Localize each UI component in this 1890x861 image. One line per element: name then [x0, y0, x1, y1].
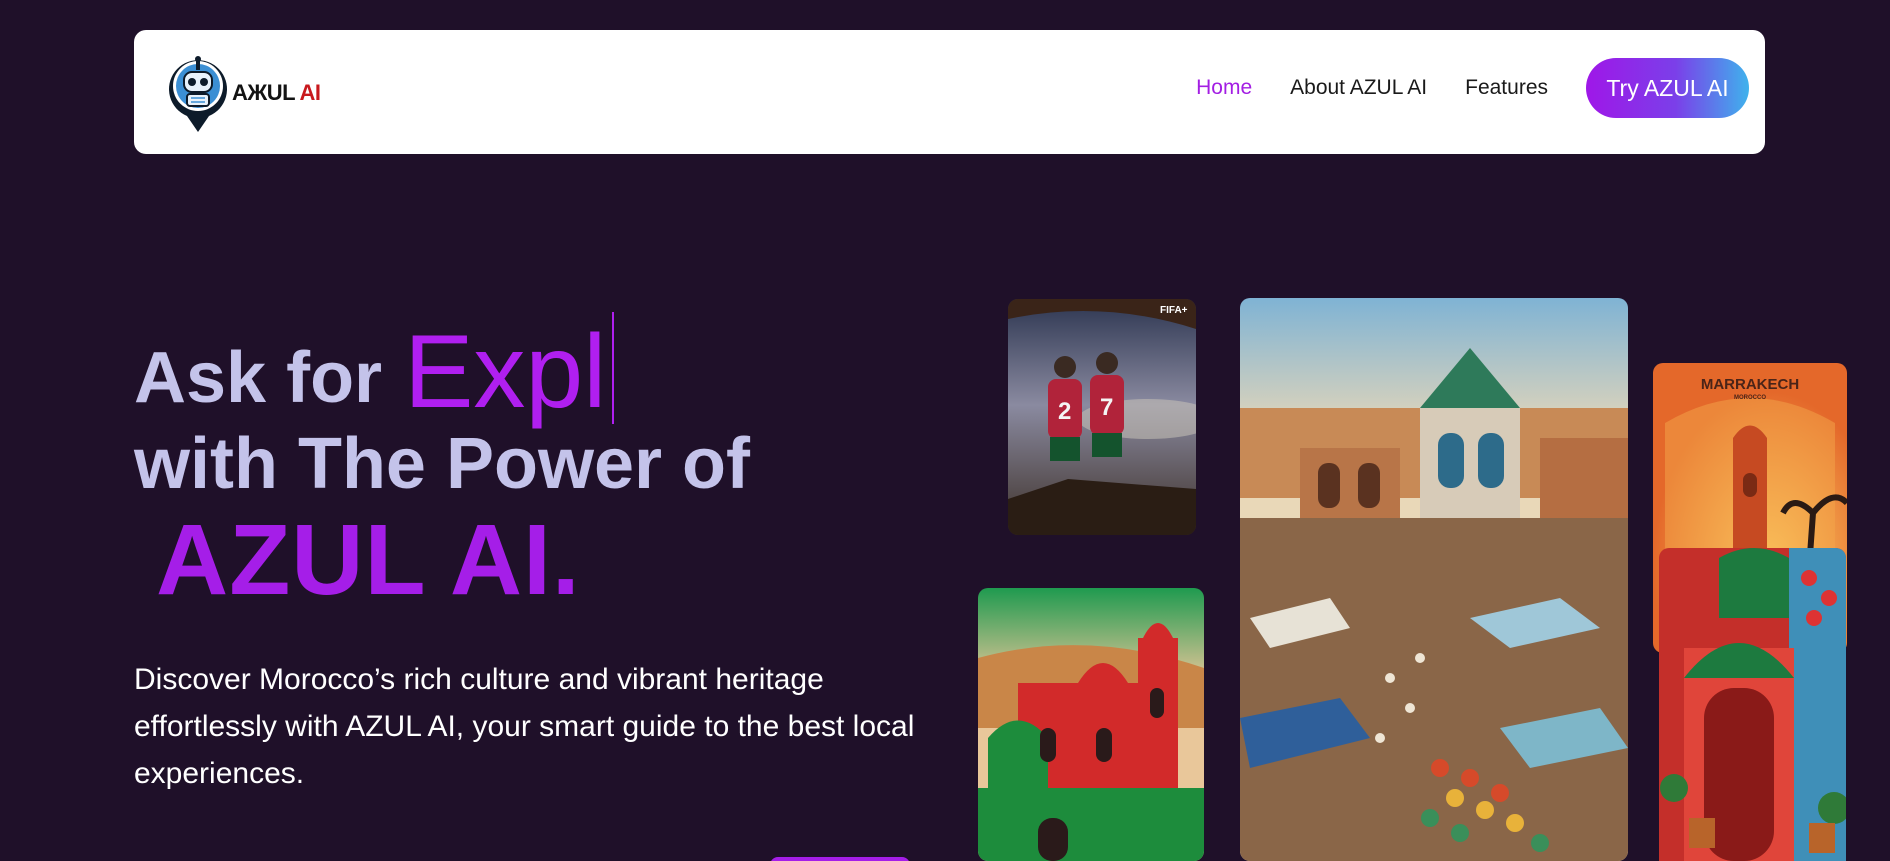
hero-brand-name: AZUL AI.: [156, 504, 581, 616]
brand-wordmark: AЖUL AI: [232, 80, 321, 106]
try-azul-ai-button[interactable]: Try AZUL AI: [1586, 58, 1749, 118]
hero-cta-button[interactable]: [770, 857, 910, 861]
nav-link-home[interactable]: Home: [1196, 76, 1252, 100]
hero-static-text: Ask for: [134, 338, 383, 418]
poster-subtitle: MOROCCO: [1734, 395, 1766, 401]
hero-headline-line-2: with The Power of: [134, 424, 751, 504]
robot-pin-logo-icon: [169, 56, 227, 133]
marrakech-market-image: [1240, 298, 1628, 861]
poster-title: MARRAKECH: [1701, 376, 1799, 393]
hero-description: Discover Morocco’s rich culture and vibr…: [134, 663, 915, 790]
fifa-badge: FIFA+: [1160, 305, 1188, 316]
hero-typing-text: Expl: [404, 314, 607, 430]
nav-menu: Home About AZUL AI Features Try AZUL AI: [1196, 58, 1749, 118]
moroccan-door-image: [1659, 548, 1846, 861]
top-navbar: AЖUL AI Home About AZUL AI Features Try …: [134, 30, 1765, 154]
moroccan-mosque-image: [978, 588, 1204, 861]
brand-wordmark-accent: AI: [299, 80, 322, 105]
player-number-7: 7: [1100, 394, 1113, 421]
player-number-2: 2: [1058, 398, 1071, 425]
typing-caret: [612, 312, 615, 424]
brand-wordmark-main: AЖUL: [232, 80, 295, 105]
nav-link-about[interactable]: About AZUL AI: [1290, 76, 1427, 100]
hero-headline-line-1: Ask for Expl: [134, 312, 615, 430]
brand-logo[interactable]: AЖUL AI: [165, 50, 325, 134]
football-players-image: 2 7 FIFA+: [1008, 299, 1196, 535]
nav-link-features[interactable]: Features: [1465, 76, 1548, 100]
